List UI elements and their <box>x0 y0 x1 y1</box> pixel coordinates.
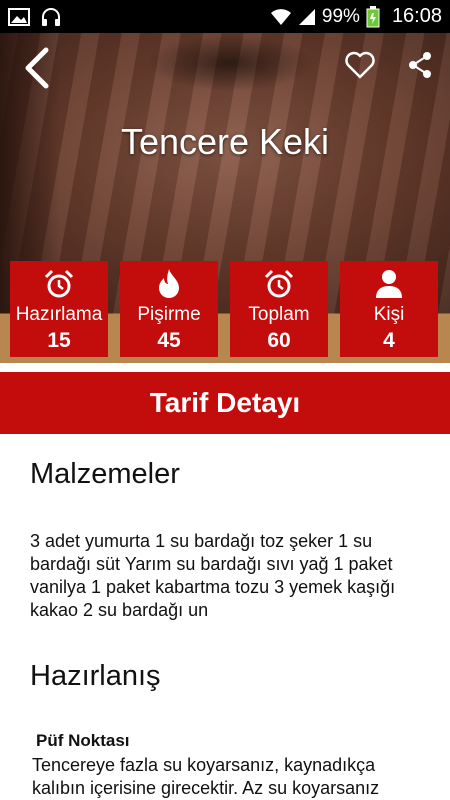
section-header: Tarif Detayı <box>0 372 450 434</box>
clock: 16:08 <box>391 5 442 27</box>
ingredients-heading: Malzemeler <box>30 458 180 490</box>
stat-total-time: Toplam 60 <box>230 261 328 357</box>
back-button[interactable] <box>14 43 58 97</box>
person-icon <box>340 267 438 301</box>
share-button[interactable] <box>400 47 440 87</box>
signal-icon <box>298 8 316 26</box>
recipe-content: Malzemeler 3 adet yumurta 1 su bardağı t… <box>0 434 450 800</box>
wifi-icon <box>270 8 292 26</box>
stat-label: Kişi <box>373 304 405 325</box>
stat-value: 15 <box>47 329 71 352</box>
status-bar: 99% 16:08 <box>0 0 450 33</box>
favorite-button[interactable] <box>340 47 380 87</box>
image-icon <box>8 7 30 27</box>
stat-prep-time: Hazırlama 15 <box>10 261 108 357</box>
stat-servings: Kişi 4 <box>340 261 438 357</box>
tip-title: Püf Noktası <box>36 731 130 750</box>
alarm-clock-icon <box>230 267 328 301</box>
heart-outline-icon <box>345 51 375 84</box>
tip-text: Tencereye fazla su koyarsanız, kaynadıkç… <box>32 755 380 798</box>
back-chevron-icon <box>22 46 50 95</box>
battery-icon <box>366 5 380 28</box>
stat-label: Pişirme <box>137 304 201 325</box>
stat-value: 60 <box>267 329 291 352</box>
stat-cook-time: Pişirme 45 <box>120 261 218 357</box>
battery-percent: 99% <box>321 5 360 27</box>
alarm-clock-icon <box>10 267 108 301</box>
stats-band: Hazırlama 15 Pişirme 45 Toplam 60 Kişi 4 <box>0 253 450 363</box>
stat-value: 4 <box>383 329 395 352</box>
share-icon <box>407 51 433 84</box>
fire-icon <box>120 267 218 301</box>
recipe-title: Tencere Keki <box>120 121 330 162</box>
stat-label: Hazırlama <box>15 304 103 325</box>
stat-label: Toplam <box>248 304 310 325</box>
stat-value: 45 <box>157 329 181 352</box>
preparation-heading: Hazırlanış <box>30 660 161 692</box>
headphones-icon <box>40 6 62 28</box>
ingredients-text: 3 adet yumurta 1 su bardağı toz şeker 1 … <box>30 531 396 620</box>
